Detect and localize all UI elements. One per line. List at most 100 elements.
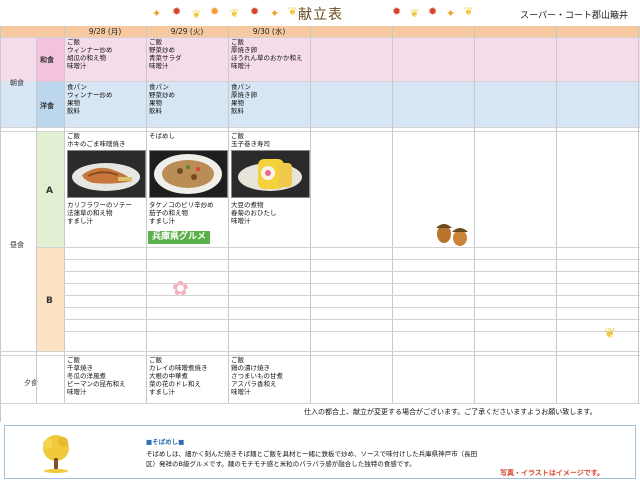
menu-item: 青菜サラダ (149, 54, 182, 62)
ginkgo-leaf-icon: ❦ (288, 5, 298, 18)
ginkgo-leaf-icon: ❦ (410, 7, 420, 20)
menu-item: カレイの味噌煮焼き (149, 364, 208, 372)
yoshoku-col-3: 食パン 厚焼き卵 果物 飲料 (231, 83, 257, 115)
grid-line (64, 26, 65, 403)
maple-leaf-icon: ✹ (428, 5, 438, 18)
menu-item: そばめし (149, 132, 175, 140)
grid-line (0, 127, 640, 128)
maple-leaf-icon: ✦ (270, 7, 280, 20)
menu-item: 千草焼き (67, 364, 93, 372)
grid-line (64, 307, 640, 308)
menu-item: ウィンナー炒め (67, 46, 113, 54)
dinner-col-3: ご飯 鶏の漬け焼き さつまいもの甘煮 アスパラ香和え 味噌汁 (231, 356, 283, 396)
tamago-sushi-photo (231, 150, 310, 198)
menu-item: カリフラワーのソテー (67, 201, 132, 209)
menu-item: 味噌汁 (67, 388, 87, 396)
maple-leaf-icon: ✹ (392, 5, 402, 18)
grid-line (0, 351, 640, 352)
grid-line (638, 26, 639, 403)
washoku-label: 和食 (40, 56, 54, 64)
menu-item: 果物 (67, 99, 80, 107)
lunch-a-bottom-col-2: タケノコのピリ辛炒め 茄子の和え物 すまし汁 (149, 201, 214, 225)
menu-item: 食パン (231, 83, 251, 91)
menu-item: 冬瓜の洋風煮 (67, 372, 106, 380)
ginkgo-leaf-icon: ❦ (192, 8, 202, 21)
breakfast-label: 朝食 (10, 79, 24, 87)
menu-item: 菜の花のドレ和え (149, 380, 201, 388)
menu-item: 飲料 (231, 107, 244, 115)
maple-leaf-icon: ✦ (446, 7, 456, 20)
lunch-a-label: A (46, 186, 53, 196)
hyogo-gourmet-badge: 兵庫県グルメ (148, 231, 211, 244)
menu-item: 胡瓜の和え物 (67, 54, 106, 62)
grid-line (64, 259, 640, 260)
fish-photo (67, 150, 146, 198)
grid-line (64, 271, 640, 272)
ginkgo-tree-icon (36, 432, 76, 474)
menu-item: タケノコのピリ辛炒め (149, 201, 214, 209)
menu-item: 果物 (149, 99, 162, 107)
washoku-col-2: ご飯 野菜炒め 青菜サラダ 味噌汁 (149, 38, 182, 70)
menu-item: 野菜炒め (149, 91, 175, 99)
maple-leaf-icon: ✦ (152, 7, 162, 20)
menu-item: 味噌汁 (231, 217, 251, 225)
menu-item: すまし汁 (149, 217, 175, 225)
page-title: 献立表 (298, 7, 343, 23)
menu-item: すまし汁 (67, 217, 93, 225)
menu-item: 大根の中華煮 (149, 372, 188, 380)
grid-line (228, 26, 229, 403)
grid-line (36, 37, 37, 403)
maple-leaf-icon: ✹ (210, 5, 220, 18)
date-col-1: 9/28 (月) (88, 27, 122, 36)
menu-item: 厚焼き卵 (231, 91, 257, 99)
lunch-a-bottom-col-1: カリフラワーのソテー 法蓮草の和え物 すまし汁 (67, 201, 132, 225)
menu-item: 飲料 (149, 107, 162, 115)
grid-line (0, 26, 1, 422)
dinner-col-1: ご飯 千草焼き 冬瓜の洋風煮 ビーマンの昆布和え 味噌汁 (67, 356, 126, 396)
grid-line (36, 81, 640, 82)
menu-item: すまし汁 (149, 388, 175, 396)
washoku-col-3: ご飯 厚焼き卵 ほうれん草のおかか和え 味噌汁 (231, 38, 303, 70)
menu-item: 味噌汁 (149, 62, 169, 70)
menu-item: ご飯 (231, 38, 244, 46)
lunch-label: 昼食 (10, 241, 24, 249)
grid-line (146, 26, 147, 403)
store-name: スーパー・コート郡山簸井 (520, 11, 628, 21)
date-col-2: 9/29 (火) (170, 27, 204, 36)
grid-line (0, 403, 640, 404)
yoshoku-label: 洋食 (40, 102, 54, 110)
yoshoku-col-1: 食パン ウィンナー炒め 果物 飲料 (67, 83, 113, 115)
menu-item: 野菜炒め (149, 46, 175, 54)
image-disclaimer: 写真・イラストはイメージです。 (500, 469, 605, 477)
grid-line (64, 295, 640, 296)
menu-change-notice: 仕入の都合上、献立が変更する場合がございます。ご了承くださいますようお願い致しま… (304, 408, 597, 416)
menu-item: 味噌汁 (67, 62, 87, 70)
menu-item: 果物 (231, 99, 244, 107)
lunch-a-top-col-1: ご飯 ホキのごま味噌焼き (67, 132, 126, 148)
menu-item: ご飯 (231, 132, 244, 140)
ginkgo-leaf-icon: ❦ (604, 326, 616, 342)
menu-item: ビーマンの昆布和え (67, 380, 126, 388)
menu-item: 食パン (149, 83, 169, 91)
footer-heading: ■そばめし■ (146, 438, 185, 446)
menu-item: ご飯 (67, 356, 80, 364)
acorn-icon (432, 216, 472, 248)
menu-item: 鶏の漬け焼き (231, 364, 270, 372)
footer-line-2: 区）発祥のB級グルメです。麺のモチモチ感と米粒のパラパラ感が融合した独特の食感で… (146, 460, 416, 468)
date-col-3: 9/30 (水) (252, 27, 286, 36)
grid-line (64, 283, 640, 284)
menu-item: ご飯 (67, 38, 80, 46)
header-band: ✦ ✹ ❦ ✹ ❦ ✹ ✦ ❦ 献立表 ✹ ❦ ✹ ✦ ❦ スーパー・コート郡山… (0, 0, 640, 26)
maple-leaf-icon: ✹ (250, 5, 260, 18)
grid-line (310, 26, 311, 403)
menu-item: ほうれん草のおかか和え (231, 54, 303, 62)
menu-item: ご飯 (67, 132, 80, 140)
sobameshi-photo (149, 150, 228, 198)
menu-item: ご飯 (149, 356, 162, 364)
lunch-a-top-col-2: そばめし (149, 132, 175, 140)
yoshoku-col-2: 食パン 野菜炒め 果物 飲料 (149, 83, 175, 115)
grid-line (474, 26, 475, 403)
menu-item: 食パン (67, 83, 87, 91)
menu-item: ウィンナー炒め (67, 91, 113, 99)
grid-line (36, 247, 640, 248)
